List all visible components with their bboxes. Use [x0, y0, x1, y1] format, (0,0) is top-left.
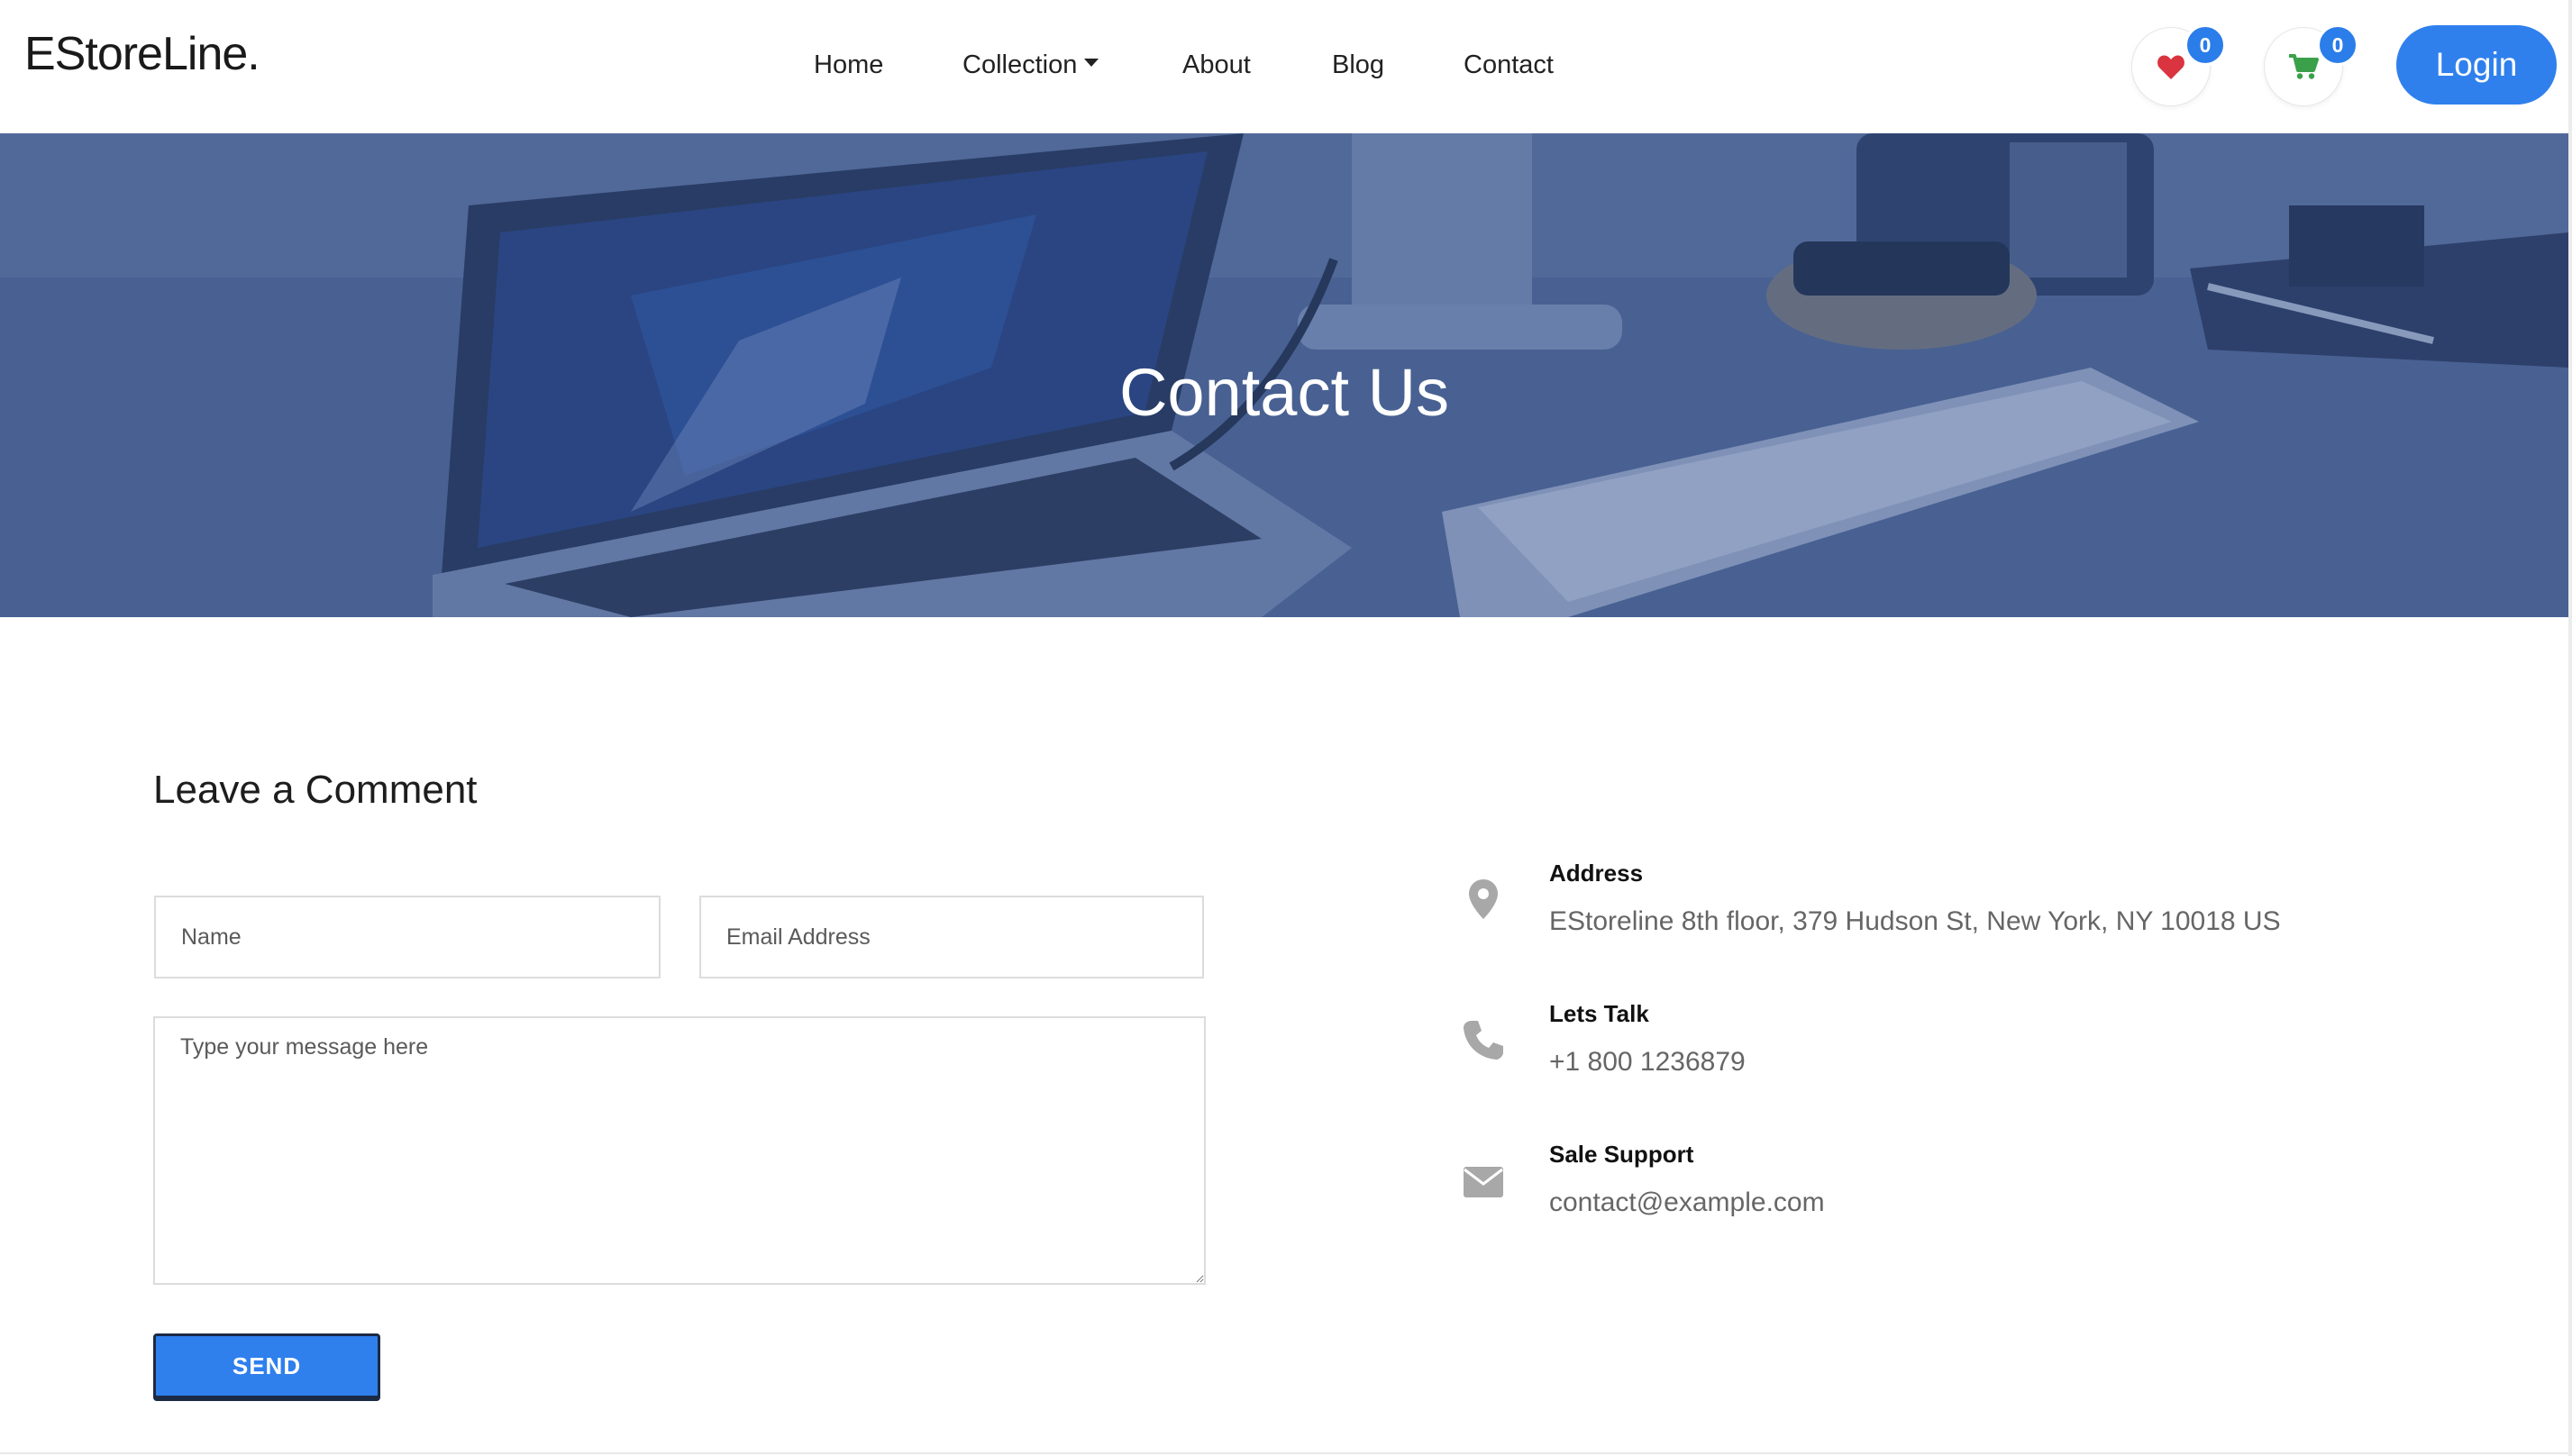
email-input[interactable] — [699, 896, 1204, 978]
phone-value[interactable]: +1 800 1236879 — [1549, 1047, 1746, 1078]
email-label: Sale Support — [1549, 1141, 1694, 1168]
chevron-down-icon — [1084, 59, 1099, 67]
envelope-icon — [1460, 1159, 1507, 1206]
login-button[interactable]: Login — [2396, 25, 2557, 105]
cart-icon — [2289, 54, 2319, 79]
message-textarea[interactable] — [153, 1016, 1206, 1285]
footer-divider — [0, 1452, 2568, 1454]
email-value[interactable]: contact@example.com — [1549, 1188, 1825, 1218]
scrollbar-gutter — [2568, 0, 2572, 1456]
cart-button[interactable]: 0 — [2264, 24, 2358, 106]
page-title: Contact Us — [1118, 355, 1450, 430]
form-title: Leave a Comment — [153, 768, 478, 812]
cart-count-badge: 0 — [2317, 24, 2358, 66]
send-button[interactable]: SEND — [153, 1333, 380, 1398]
map-pin-icon — [1460, 876, 1507, 923]
nav-collection-dropdown[interactable]: Collection — [962, 47, 1099, 83]
phone-label: Lets Talk — [1549, 1000, 1649, 1027]
wishlist-button[interactable]: 0 — [2131, 24, 2226, 106]
nav-contact[interactable]: Contact — [1464, 47, 1554, 83]
nav-about[interactable]: About — [1182, 47, 1251, 83]
address-label: Address — [1549, 860, 1644, 887]
hero-banner: Contact Us — [0, 133, 2568, 617]
nav-collection-label: Collection — [962, 50, 1078, 79]
name-input[interactable] — [154, 896, 661, 978]
top-navbar: EStoreLine. Home Collection About Blog C… — [0, 0, 2568, 133]
nav-home[interactable]: Home — [814, 47, 883, 83]
wishlist-count-badge: 0 — [2184, 24, 2226, 66]
address-value: EStoreline 8th floor, 379 Hudson St, New… — [1549, 906, 2281, 936]
phone-icon — [1460, 1016, 1507, 1063]
heart-icon — [2157, 55, 2184, 79]
nav-blog[interactable]: Blog — [1332, 47, 1384, 83]
